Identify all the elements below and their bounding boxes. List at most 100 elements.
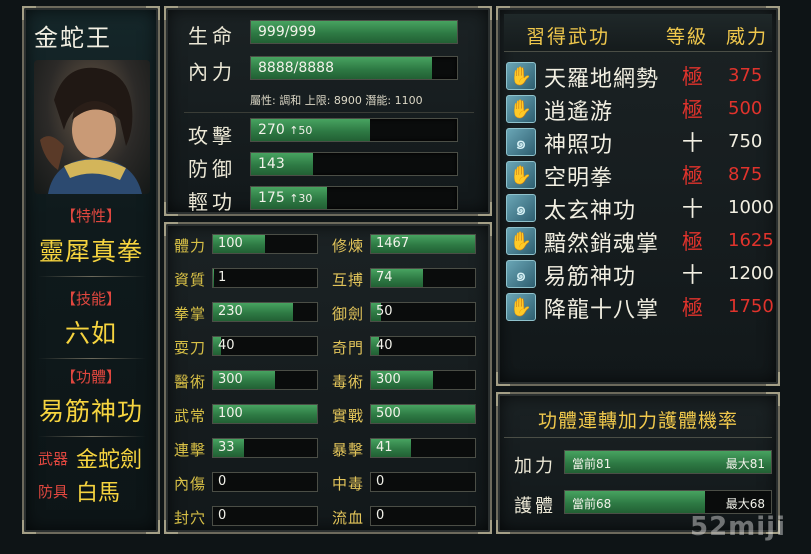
skill-power: 875	[728, 164, 763, 185]
attack-value: 270 ↑50	[258, 122, 312, 138]
attribute-value: 0	[376, 474, 385, 489]
skills-header: 習得武功 等級 威力	[504, 14, 772, 52]
hp-value: 999/999	[258, 24, 317, 40]
attribute-bar: 41	[370, 438, 476, 458]
power-bar: 當前81 最大81	[564, 450, 772, 474]
skills-header-name: 習得武功	[526, 26, 611, 48]
body-title: 【功體】	[60, 368, 121, 386]
skill-row[interactable]: ๑ 神照功 十 750	[504, 126, 772, 158]
attack-bar: 270 ↑50	[250, 118, 458, 142]
attribute-value: 33	[218, 440, 235, 455]
palm-icon: ✋	[506, 227, 536, 255]
mp-value: 8888/8888	[258, 60, 334, 76]
core-stats-panel: 生命 999/999 內力 8888/8888 屬性: 調和 上限: 8900 …	[164, 6, 492, 216]
skill-row[interactable]: ๑ 太玄神功 十 1000	[504, 192, 774, 224]
guard-max: 最大68	[725, 497, 765, 511]
agility-value: 175 ↑30	[258, 190, 312, 206]
trait-title: 【特性】	[60, 207, 121, 225]
attribute-bar: 230	[212, 302, 318, 322]
attribute-value: 0	[218, 508, 227, 523]
skill-level: 極	[682, 296, 703, 320]
hp-label: 生命	[188, 24, 236, 48]
attribute-value: 100	[218, 236, 243, 251]
attack-bonus: ↑50	[289, 124, 313, 137]
skill-power: 375	[728, 65, 763, 86]
skill-power: 1200	[728, 263, 774, 284]
attack-label: 攻擊	[188, 124, 236, 148]
guard-bar: 當前68 最大68	[564, 490, 772, 514]
skill-power: 500	[728, 98, 763, 119]
attribute-bar: 74	[370, 268, 476, 288]
weapon-label: 武器	[38, 449, 69, 468]
attribute-bar: 33	[212, 438, 318, 458]
palm-icon: ✋	[506, 62, 536, 90]
guard-label: 護體	[514, 496, 556, 517]
attribute-bar: 50	[370, 302, 476, 322]
skill-name: 天羅地網勢	[544, 67, 660, 92]
attribute-label: 封穴	[174, 509, 207, 527]
armor-row[interactable]: 防具 白馬	[38, 478, 121, 506]
boost-title: 功體運轉加力護體機率	[504, 398, 772, 438]
attribute-label: 資質	[174, 271, 207, 289]
mp-bar: 8888/8888	[250, 56, 458, 80]
skills-panel: 習得武功 等級 威力 ✋ 天羅地網勢極 375 ✋ 逍遙游極 500 ๑神照功十 750 ✋ 空明…	[496, 6, 780, 386]
skill-name: 逍遙游	[544, 100, 614, 125]
skill-level: 極	[682, 98, 703, 122]
attack-number: 270	[258, 122, 285, 138]
skill-row[interactable]: ๑ 易筋神功 十 1200	[504, 258, 774, 290]
attribute-value: 300	[218, 372, 243, 387]
trait-value: 靈犀真拳	[38, 237, 143, 266]
skill-row[interactable]: ✋ 逍遙游 極 500	[504, 93, 772, 125]
skill-row[interactable]: ✋ 黯然銷魂掌極 1625	[504, 225, 774, 257]
body-value: 易筋神功	[38, 397, 143, 426]
skill-name: 空明拳	[544, 166, 614, 191]
attribute-value: 230	[218, 304, 243, 319]
attribute-label: 毒術	[332, 373, 365, 391]
defense-value: 143	[258, 156, 285, 172]
attribute-bar: 300	[370, 370, 476, 390]
attribute-label: 御劍	[332, 305, 365, 323]
agility-bar: 175 ↑30	[250, 186, 458, 210]
agility-number: 175	[258, 190, 285, 206]
separator	[184, 112, 474, 113]
attribute-label: 修煉	[332, 237, 365, 255]
attribute-value: 1467	[376, 236, 410, 251]
attribute-bar: 100	[212, 234, 318, 254]
watermark: 52miji	[690, 512, 787, 542]
skill-power: 1625	[728, 230, 774, 251]
skill-name: 黯然銷魂掌	[544, 232, 660, 257]
swirl-icon: ๑	[506, 194, 536, 222]
attribute-label: 拳掌	[174, 305, 207, 323]
divider	[38, 436, 146, 437]
attribute-bar: 300	[212, 370, 318, 390]
divider	[38, 276, 146, 277]
attributes-panel: 體力 100 修煉 1467 資質 1 互搏 74 拳掌 230 御劍 50 耍刀 40 奇門 40 醫術 300…	[164, 222, 492, 534]
skill-name: 神照功	[544, 133, 614, 158]
palm-icon: ✋	[506, 161, 536, 189]
attribute-label: 武常	[174, 407, 207, 425]
character-name: 金蛇王	[34, 24, 112, 52]
attribute-bar-fill	[213, 269, 215, 287]
attribute-value: 40	[218, 338, 235, 353]
attribute-bar: 1467	[370, 234, 476, 254]
attribute-bar: 0	[212, 506, 318, 526]
weapon-row[interactable]: 武器 金蛇劍	[38, 445, 143, 473]
skill-row[interactable]: ✋ 降龍十八掌極 1750	[504, 291, 774, 323]
skill-row[interactable]: ✋ 空明拳 極 875	[504, 159, 772, 191]
skill-title: 【技能】	[60, 290, 121, 308]
armor-value: 白馬	[76, 481, 121, 506]
skill-value: 六如	[64, 319, 117, 348]
armor-label: 防具	[38, 482, 69, 501]
palm-icon: ✋	[506, 95, 536, 123]
hp-bar: 999/999	[250, 20, 458, 44]
skill-level: 極	[682, 65, 703, 89]
attribute-bar: 40	[370, 336, 476, 356]
attribute-bar: 40	[212, 336, 318, 356]
skill-level: 極	[682, 230, 703, 254]
skill-name: 太玄神功	[544, 199, 637, 224]
skill-row[interactable]: ✋ 天羅地網勢極 375	[504, 60, 772, 92]
attribute-label: 耍刀	[174, 339, 207, 357]
weapon-value: 金蛇劍	[76, 448, 143, 473]
attribute-label: 互搏	[332, 271, 365, 289]
skill-level: 極	[682, 164, 703, 188]
